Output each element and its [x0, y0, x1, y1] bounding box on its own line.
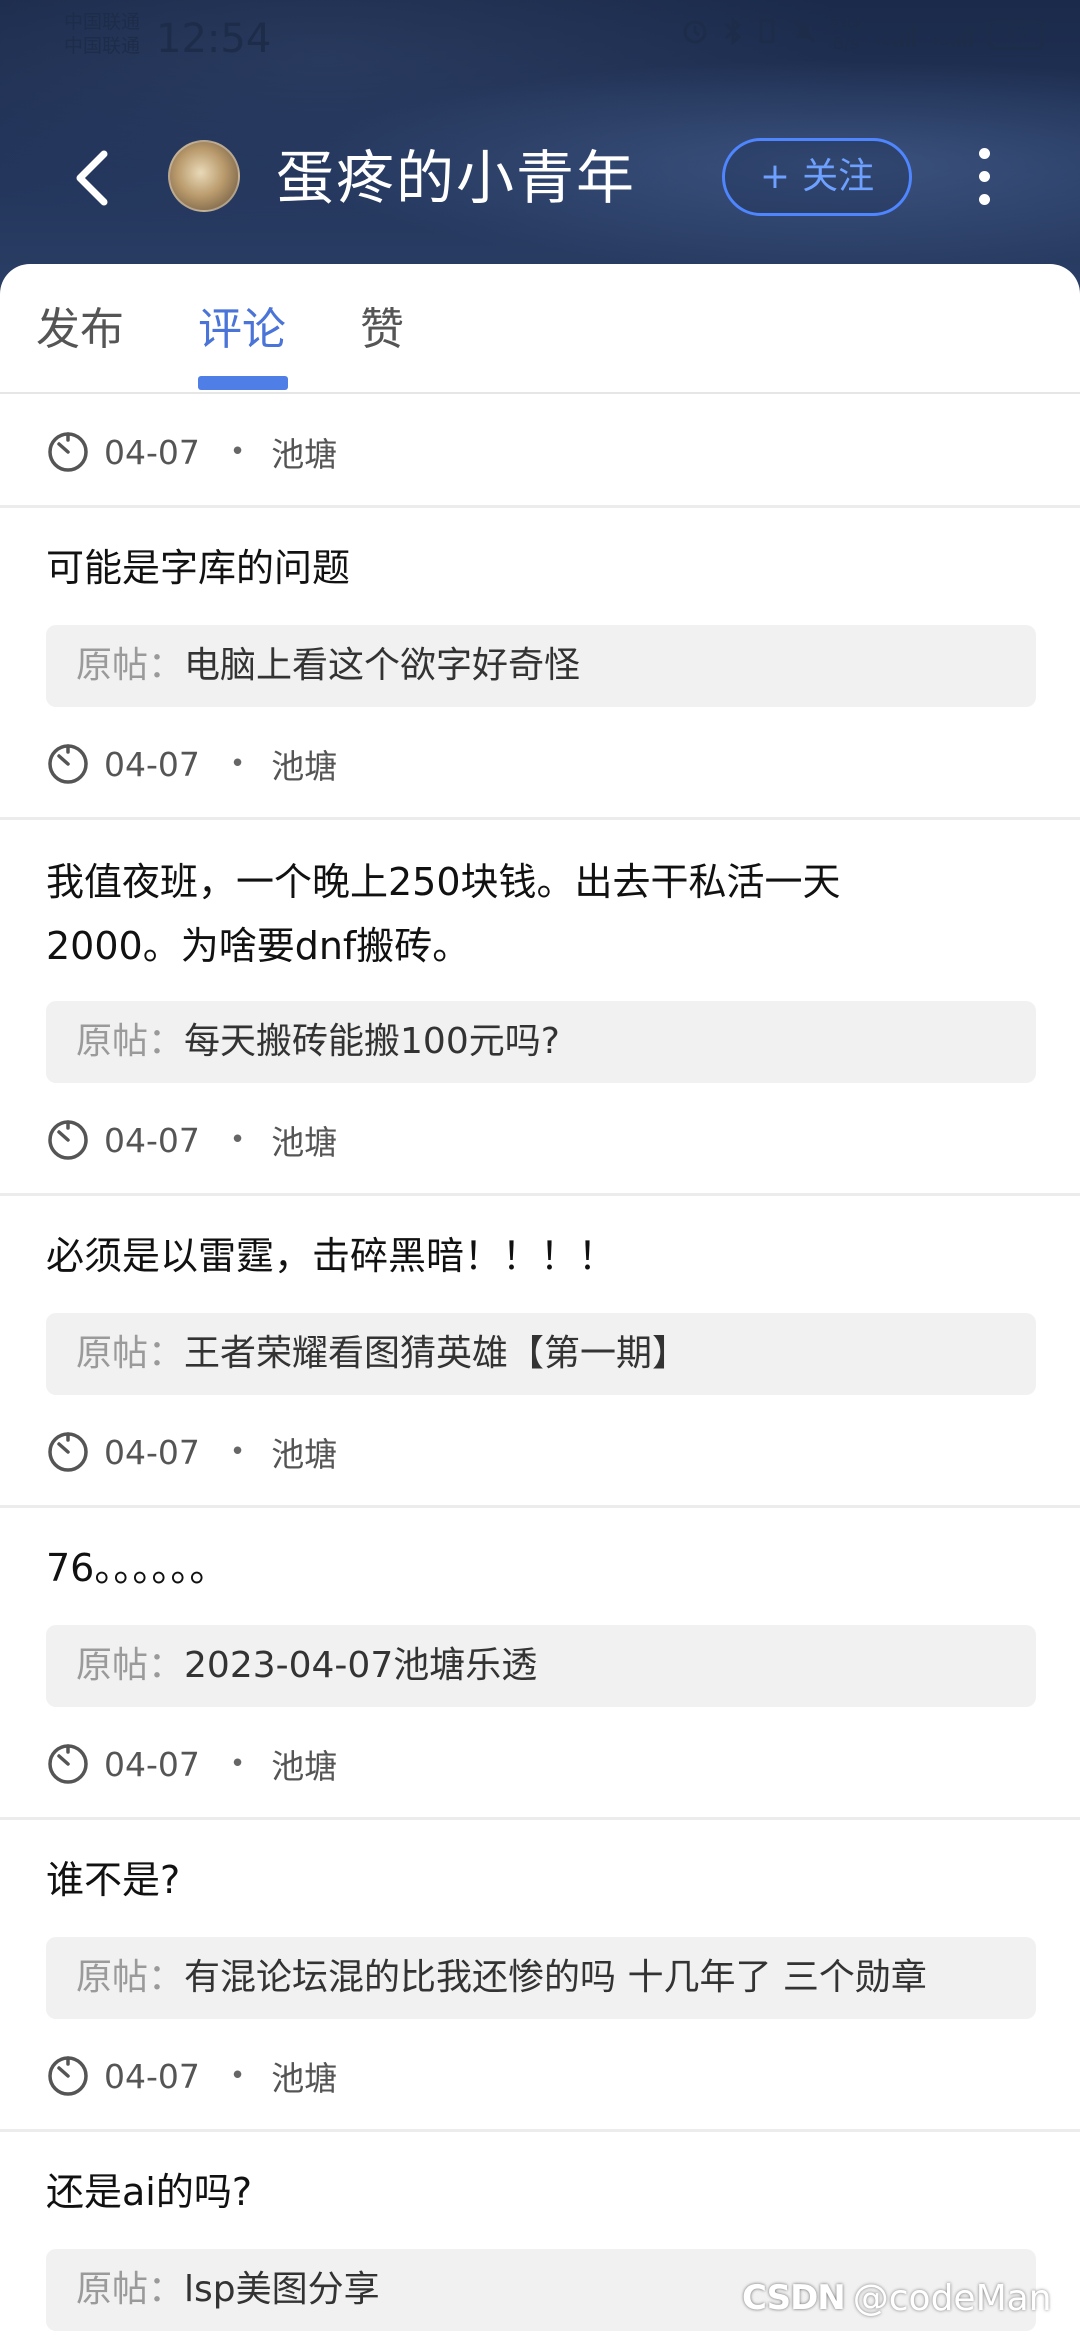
clock-icon: [48, 2056, 88, 2096]
status-icons: 544 B/s 4G 4G 43: [680, 16, 1044, 53]
divider: [0, 1817, 1080, 1820]
original-post-quote[interactable]: 原帖：王者荣耀看图猜英雄【第一期】: [46, 1313, 1036, 1395]
alarm-icon: [680, 16, 710, 53]
divider: [0, 1505, 1080, 1508]
signal-icon-2: 4G: [931, 22, 976, 48]
comment-date: 04-07: [104, 1744, 200, 1784]
mute-bell-icon: [790, 16, 818, 53]
comment-text[interactable]: 可能是字库的问题: [46, 536, 1036, 600]
tab-comments[interactable]: 评论: [198, 300, 286, 360]
quote-label: 原帖：: [76, 1645, 185, 1686]
divider: [0, 1193, 1080, 1196]
original-post-quote[interactable]: 原帖：有混论坛混的比我还惨的吗 十几年了 三个勋章: [46, 1937, 1036, 2019]
follow-label: 关注: [802, 156, 875, 197]
separator-dot: •: [229, 1125, 246, 1155]
comment-meta: 04-07 • 池塘: [46, 740, 337, 788]
original-post-quote[interactable]: 原帖：电脑上看这个欲字好奇怪: [46, 625, 1036, 707]
clock-icon: [48, 432, 88, 472]
battery-icon: 43: [988, 19, 1044, 50]
comment-text[interactable]: 我值夜班，一个晚上250块钱。出去干私活一天2000。为啥要dnf搬砖。: [46, 850, 946, 978]
net-speed-value: 544: [829, 15, 863, 36]
comment-text[interactable]: 谁不是?: [46, 1848, 1036, 1912]
tab-bar: 发布 评论 赞: [0, 264, 1080, 394]
dot-icon: [978, 147, 990, 159]
comment-date: 04-07: [104, 744, 200, 784]
status-bar: 中国联通 中国联通 12:54 544 B/s 4G 4G 43: [0, 0, 1080, 80]
comment-date: 04-07: [104, 2056, 200, 2096]
clock-icon: [48, 1432, 88, 1472]
separator-dot: •: [229, 437, 246, 467]
signal-label-2: 4G: [931, 33, 948, 48]
quote-label: 原帖：: [76, 2269, 185, 2310]
original-post-title: 王者荣耀看图猜英雄【第一期】: [184, 1333, 689, 1374]
clock-icon: [48, 1120, 88, 1160]
watermark-handle: @codeMan: [852, 2277, 1052, 2319]
comment-board[interactable]: 池塘: [271, 1428, 337, 1476]
quote-label: 原帖：: [76, 1957, 185, 1998]
comment-date: 04-07: [104, 432, 200, 472]
comment-text[interactable]: 必须是以雷霆，击碎黑暗！！！！: [46, 1224, 1036, 1288]
vibrate-icon: [756, 16, 778, 53]
original-post-title: 2023-04-07池塘乐透: [184, 1645, 538, 1686]
comment-text[interactable]: 还是ai的吗?: [46, 2160, 1036, 2224]
profile-name: 蛋疼的小青年: [276, 144, 637, 212]
clock-icon: [48, 1744, 88, 1784]
comment-text[interactable]: 76。。。。。。: [46, 1536, 1036, 1600]
comment-meta: 04-07 • 池塘: [46, 1740, 337, 1788]
carrier-2: 中国联通: [64, 35, 141, 57]
avatar[interactable]: [168, 140, 240, 212]
active-tab-indicator: [198, 376, 288, 390]
original-post-title: lsp美图分享: [184, 2269, 380, 2310]
bluetooth-icon: [722, 16, 744, 53]
separator-dot: •: [229, 1437, 246, 1467]
back-button[interactable]: [60, 146, 124, 210]
carrier-info: 中国联通 中国联通: [64, 10, 140, 58]
comment-meta: 04-07 • 池塘: [46, 428, 337, 476]
tab-likes[interactable]: 赞: [360, 300, 404, 360]
comment-board[interactable]: 池塘: [271, 428, 337, 476]
comment-board[interactable]: 池塘: [271, 2052, 337, 2100]
original-post-quote[interactable]: 原帖：2023-04-07池塘乐透: [46, 1625, 1036, 1707]
status-time: 12:54: [156, 16, 272, 62]
carrier-1: 中国联通: [64, 11, 141, 33]
divider: [0, 2129, 1080, 2132]
comment-meta: 04-07 • 池塘: [46, 2052, 337, 2100]
divider: [0, 505, 1080, 508]
comment-meta: 04-07 • 池塘: [46, 1116, 337, 1164]
original-post-title: 有混论坛混的比我还惨的吗 十几年了 三个勋章: [184, 1957, 927, 1998]
original-post-title: 每天搬砖能搬100元吗?: [184, 1021, 560, 1062]
separator-dot: •: [229, 1749, 246, 1779]
comment-date: 04-07: [104, 1120, 200, 1160]
net-speed-unit: B/s: [832, 33, 860, 54]
comment-board[interactable]: 池塘: [271, 1116, 337, 1164]
clock-icon: [48, 744, 88, 784]
separator-dot: •: [229, 749, 246, 779]
watermark-logo: CSDN: [742, 2278, 846, 2318]
watermark: CSDN @codeMan: [742, 2270, 1052, 2326]
follow-button[interactable]: + 关注: [722, 138, 912, 216]
divider: [0, 817, 1080, 820]
original-post-quote[interactable]: 原帖：每天搬砖能搬100元吗?: [46, 1001, 1036, 1083]
chevron-left-icon: [76, 150, 108, 206]
separator-dot: •: [229, 2061, 246, 2091]
tab-posts[interactable]: 发布: [36, 300, 124, 360]
comment-board[interactable]: 池塘: [271, 1740, 337, 1788]
plus-icon: +: [759, 156, 791, 197]
comment-date: 04-07: [104, 1432, 200, 1472]
signal-label-1: 4G: [874, 33, 892, 48]
net-speed: 544 B/s: [830, 17, 862, 53]
dot-icon: [978, 193, 990, 205]
more-options-button[interactable]: [956, 144, 1012, 208]
dot-icon: [978, 170, 990, 182]
profile-header: 中国联通 中国联通 12:54 544 B/s 4G 4G 43 蛋疼的小青年 …: [0, 0, 1080, 300]
original-post-title: 电脑上看这个欲字好奇怪: [184, 645, 581, 686]
comment-meta: 04-07 • 池塘: [46, 1428, 337, 1476]
quote-label: 原帖：: [76, 1333, 185, 1374]
signal-icon-1: 4G: [874, 22, 919, 48]
quote-label: 原帖：: [76, 1021, 185, 1062]
quote-label: 原帖：: [76, 645, 185, 686]
comment-board[interactable]: 池塘: [271, 740, 337, 788]
profile-nav-row: 蛋疼的小青年 + 关注: [0, 130, 1080, 230]
